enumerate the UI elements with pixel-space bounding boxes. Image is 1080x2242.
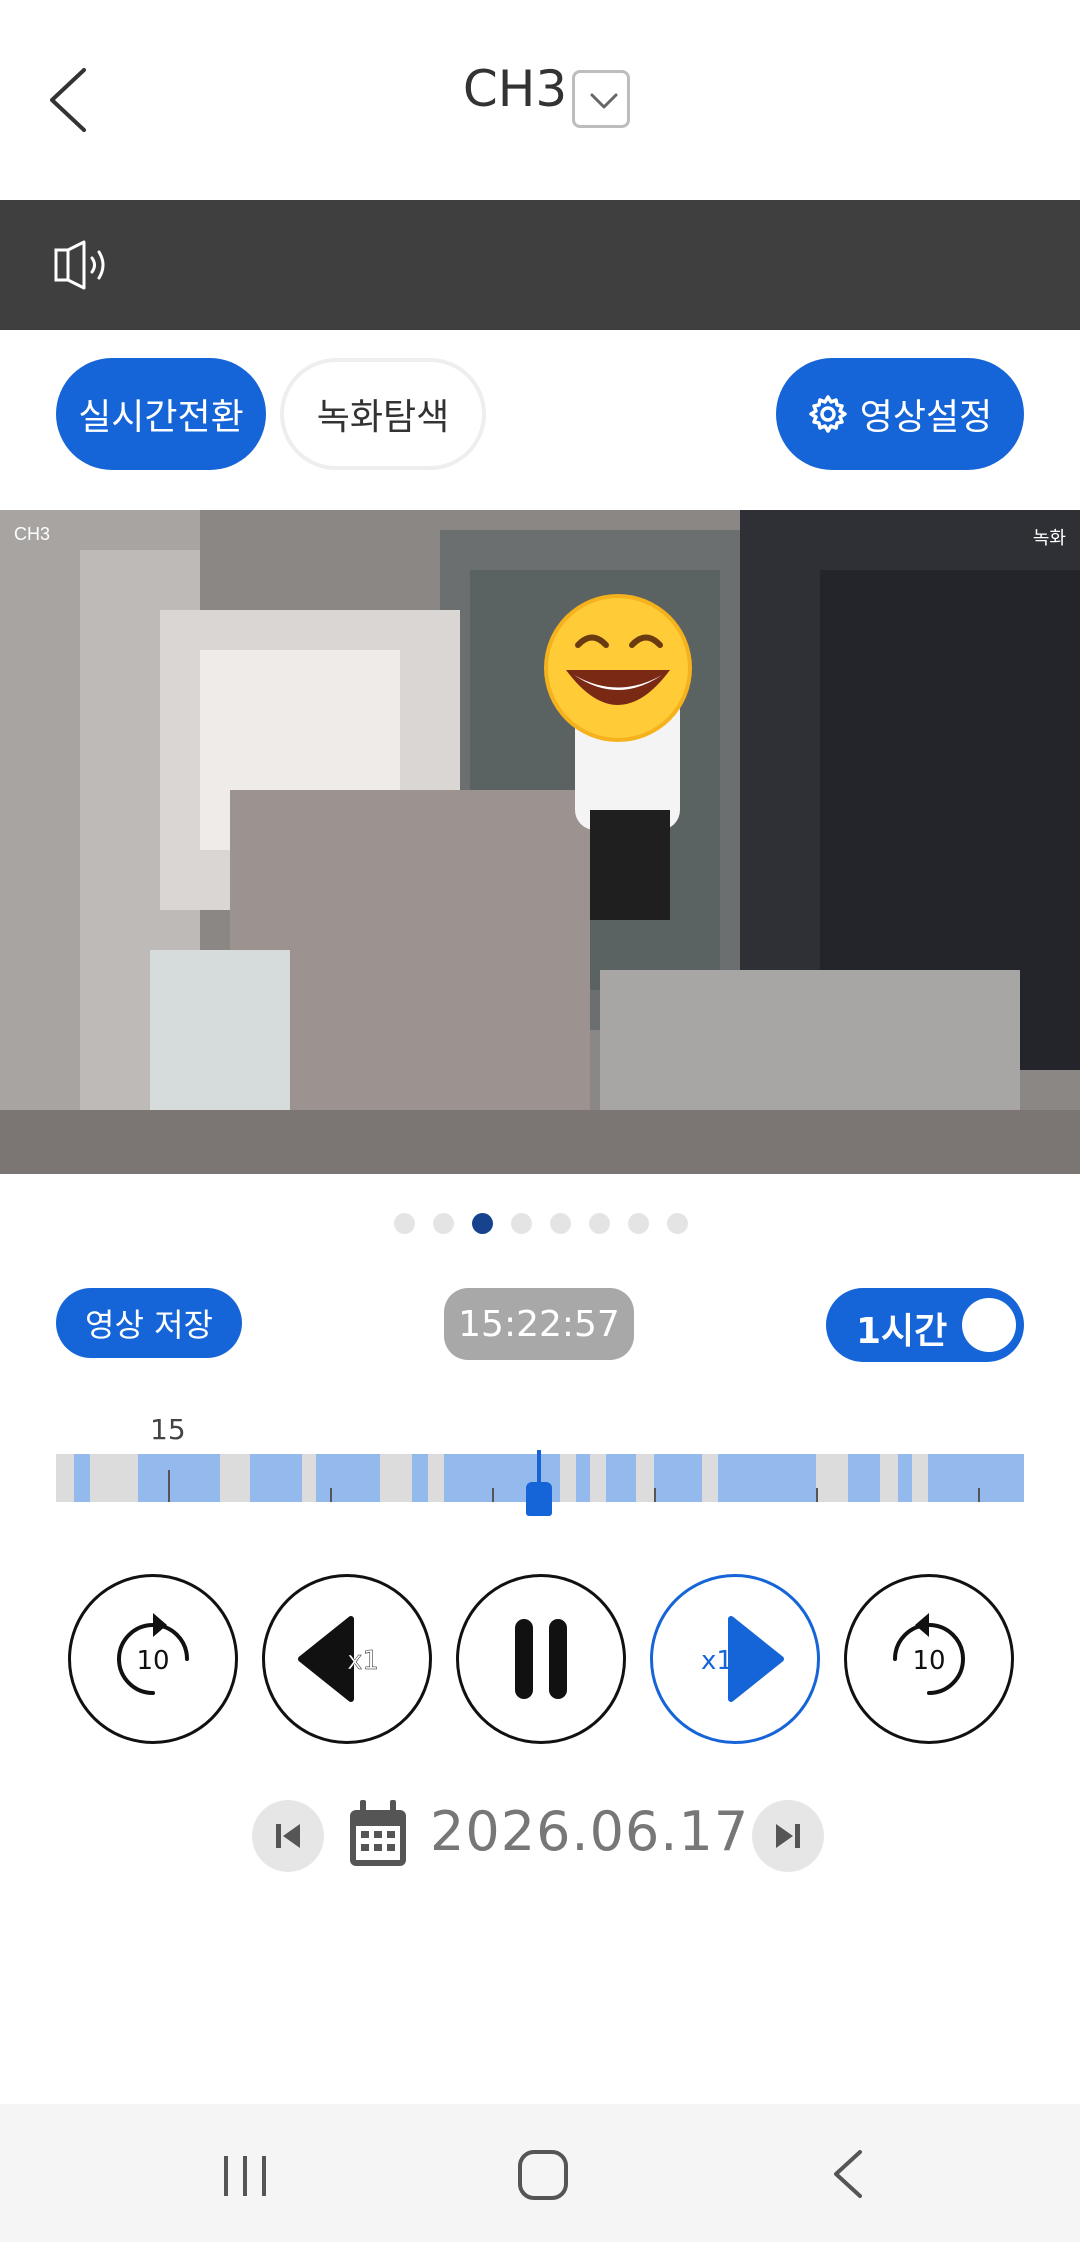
previous-date-button[interactable] bbox=[252, 1800, 324, 1872]
save-video-button[interactable]: 영상 저장 bbox=[56, 1288, 242, 1358]
system-back-button[interactable] bbox=[830, 2148, 866, 2200]
skip-next-icon bbox=[776, 1824, 800, 1848]
timeline-tick bbox=[978, 1488, 980, 1502]
video-settings-label: 영상설정 bbox=[859, 397, 993, 438]
rewind-10-icon: 10 bbox=[117, 1613, 189, 1695]
recorded-segment bbox=[576, 1454, 590, 1502]
live-view-button[interactable]: 실시간전환 bbox=[56, 358, 266, 470]
playback-cursor-handle[interactable] bbox=[526, 1482, 552, 1516]
home-button[interactable] bbox=[518, 2150, 568, 2200]
playback-timeline[interactable] bbox=[56, 1450, 1024, 1516]
reverse-play-button[interactable]: x1 bbox=[262, 1574, 432, 1744]
pager-dot[interactable] bbox=[394, 1213, 415, 1234]
video-player[interactable]: CH3 녹화 bbox=[0, 510, 1080, 1174]
pause-button[interactable] bbox=[456, 1574, 626, 1744]
timeline-tick bbox=[492, 1488, 494, 1502]
forward-play-button[interactable]: x1 bbox=[650, 1574, 820, 1744]
selected-date[interactable]: 2026.06.17 bbox=[430, 1800, 749, 1863]
recorded-segment bbox=[138, 1454, 220, 1502]
reverse-speed-text: x1 bbox=[347, 1646, 379, 1676]
recorded-segment bbox=[718, 1454, 816, 1502]
camera-channel-label: CH3 bbox=[14, 524, 51, 544]
pager-dot-active[interactable] bbox=[472, 1213, 493, 1234]
pager-dot[interactable] bbox=[589, 1213, 610, 1234]
timeline-tick-major bbox=[168, 1470, 170, 1502]
calendar-icon bbox=[350, 1800, 406, 1866]
recorded-segment bbox=[848, 1454, 880, 1502]
camera-feed-image bbox=[0, 510, 1080, 1174]
pager-dot[interactable] bbox=[667, 1213, 688, 1234]
chevron-down-icon bbox=[590, 93, 618, 109]
gear-icon bbox=[809, 395, 847, 433]
next-date-button[interactable] bbox=[752, 1800, 824, 1872]
pause-icon bbox=[515, 1619, 567, 1699]
timeline-tick bbox=[654, 1488, 656, 1502]
pager-dot[interactable] bbox=[433, 1213, 454, 1234]
video-settings-button[interactable]: 영상설정 bbox=[776, 358, 1024, 470]
recorded-segment bbox=[412, 1454, 428, 1502]
one-hour-toggle[interactable]: 1시간 bbox=[826, 1288, 1024, 1362]
pager-dot[interactable] bbox=[628, 1213, 649, 1234]
toggle-knob bbox=[962, 1298, 1016, 1352]
forward-play-icon: x1 bbox=[701, 1616, 784, 1702]
recorded-segment bbox=[74, 1454, 90, 1502]
recent-apps-icon bbox=[224, 2156, 266, 2196]
recorded-segment bbox=[654, 1454, 702, 1502]
reverse-play-icon: x1 bbox=[298, 1616, 379, 1702]
timeline-tick bbox=[330, 1488, 332, 1502]
pager-dot[interactable] bbox=[550, 1213, 571, 1234]
recorded-segment bbox=[928, 1454, 1024, 1502]
channel-title: CH3 bbox=[462, 60, 568, 118]
forward-10-button[interactable]: 10 bbox=[844, 1574, 1014, 1744]
speaker-icon bbox=[54, 240, 105, 290]
timeline-tick bbox=[816, 1488, 818, 1502]
channel-dropdown-button[interactable] bbox=[572, 70, 630, 128]
date-selector: 2026.06.17 bbox=[0, 1798, 1080, 1874]
recorded-segment bbox=[606, 1454, 636, 1502]
top-app-bar: CH3 bbox=[0, 0, 1080, 200]
skip-previous-icon bbox=[276, 1824, 300, 1848]
current-time-text: 15:22:57 bbox=[458, 1303, 620, 1345]
recording-search-label: 녹화탐색 bbox=[316, 397, 450, 438]
current-time-badge: 15:22:57 bbox=[444, 1288, 634, 1360]
recorded-segment bbox=[316, 1454, 380, 1502]
audio-bar bbox=[0, 200, 1080, 330]
recording-overlay-label: 녹화 bbox=[1032, 528, 1066, 548]
pager-dot[interactable] bbox=[511, 1213, 532, 1234]
speaker-button[interactable] bbox=[52, 238, 112, 292]
channel-pager[interactable] bbox=[0, 1213, 1080, 1235]
system-navigation-bar bbox=[0, 2104, 1080, 2242]
forward-10-icon: 10 bbox=[893, 1613, 965, 1695]
forward-seconds-text: 10 bbox=[912, 1646, 945, 1676]
save-video-label: 영상 저장 bbox=[85, 1306, 213, 1344]
recent-apps-button[interactable] bbox=[218, 2154, 272, 2198]
recorded-segment bbox=[898, 1454, 912, 1502]
forward-speed-text: x1 bbox=[701, 1646, 733, 1676]
calendar-button[interactable] bbox=[346, 1798, 410, 1870]
rewind-seconds-text: 10 bbox=[136, 1646, 169, 1676]
timeline-hour-label: 15 bbox=[150, 1413, 186, 1446]
back-arrow-icon bbox=[834, 2150, 862, 2198]
one-hour-label: 1시간 bbox=[856, 1311, 948, 1352]
rewind-10-button[interactable]: 10 bbox=[68, 1574, 238, 1744]
live-view-label: 실시간전환 bbox=[78, 397, 244, 438]
recorded-segment bbox=[250, 1454, 302, 1502]
recording-search-button[interactable]: 녹화탐색 bbox=[280, 358, 486, 470]
